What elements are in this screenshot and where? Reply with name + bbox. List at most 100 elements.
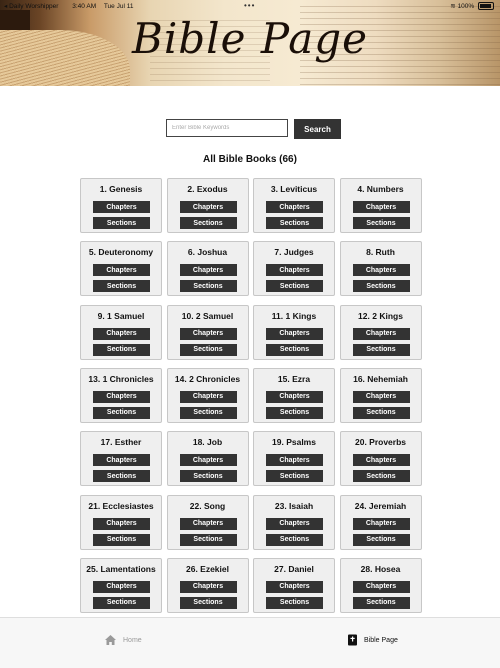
sections-button[interactable]: Sections bbox=[352, 533, 410, 546]
sections-button[interactable]: Sections bbox=[266, 217, 323, 229]
sections-button[interactable]: Sections bbox=[266, 280, 323, 293]
search-input[interactable] bbox=[166, 119, 288, 137]
sections-button[interactable]: Sections bbox=[179, 217, 237, 229]
book-title: 25. Lamentations bbox=[86, 563, 156, 574]
tab-home[interactable]: Home bbox=[104, 632, 142, 648]
chapters-button[interactable]: Chapters bbox=[352, 517, 410, 530]
chapters-button[interactable]: Chapters bbox=[179, 390, 237, 403]
book-title: 1. Genesis bbox=[99, 184, 143, 194]
chapters-button[interactable]: Chapters bbox=[93, 580, 150, 593]
book-card: 16. Nehemiah Chapters Sections bbox=[339, 367, 422, 423]
book-card: 11. 1 Kings Chapters Sections bbox=[253, 304, 335, 360]
sections-button[interactable]: Sections bbox=[179, 533, 237, 546]
book-card: 1. Genesis Chapters Sections bbox=[80, 178, 162, 233]
book-card: 24. Jeremiah Chapters Sections bbox=[339, 494, 422, 550]
book-card: 17. Esther Chapters Sections bbox=[80, 431, 162, 487]
sections-button[interactable]: Sections bbox=[266, 596, 323, 609]
back-to-app[interactable]: ◂ Daily Worshipper bbox=[4, 3, 64, 10]
book-card: 18. Job Chapters Sections bbox=[166, 431, 249, 487]
book-title: 7. Judges bbox=[274, 247, 314, 258]
book-title: 23. Isaiah bbox=[274, 500, 314, 511]
chapters-button[interactable]: Chapters bbox=[93, 517, 150, 530]
chapters-button[interactable]: Chapters bbox=[352, 201, 410, 213]
chapters-button[interactable]: Chapters bbox=[352, 264, 410, 277]
sections-button[interactable]: Sections bbox=[93, 406, 150, 419]
book-card: 3. Leviticus Chapters Sections bbox=[253, 178, 335, 233]
sections-button[interactable]: Sections bbox=[93, 533, 150, 546]
wifi-icon: ≋ bbox=[450, 3, 456, 10]
chapters-button[interactable]: Chapters bbox=[93, 201, 150, 213]
battery-icon bbox=[478, 2, 494, 11]
chapters-button[interactable]: Chapters bbox=[266, 201, 323, 213]
sections-button[interactable]: Sections bbox=[352, 280, 410, 293]
chapters-button[interactable]: Chapters bbox=[179, 201, 237, 213]
book-card: 8. Ruth Chapters Sections bbox=[339, 241, 422, 297]
chapters-button[interactable]: Chapters bbox=[93, 454, 150, 467]
book-title: 4. Numbers bbox=[357, 184, 404, 194]
search-button[interactable]: Search bbox=[294, 119, 341, 139]
book-card: 2. Exodus Chapters Sections bbox=[166, 178, 249, 233]
book-title: 22. Song bbox=[189, 500, 226, 511]
sections-button[interactable]: Sections bbox=[352, 596, 410, 609]
book-title: 12. 2 Kings bbox=[358, 310, 403, 321]
chapters-button[interactable]: Chapters bbox=[179, 580, 237, 593]
chapters-button[interactable]: Chapters bbox=[266, 517, 323, 530]
chapters-button[interactable]: Chapters bbox=[352, 580, 410, 593]
sections-button[interactable]: Sections bbox=[93, 343, 150, 356]
sections-button[interactable]: Sections bbox=[179, 343, 237, 356]
chapters-button[interactable]: Chapters bbox=[179, 264, 237, 277]
sections-button[interactable]: Sections bbox=[352, 470, 410, 483]
book-card: 28. Hosea Chapters Sections bbox=[339, 557, 422, 613]
sections-button[interactable]: Sections bbox=[93, 280, 150, 293]
tab-bible-page-label: Bible Page bbox=[364, 636, 398, 644]
book-title: 28. Hosea bbox=[360, 563, 401, 574]
sections-button[interactable]: Sections bbox=[266, 406, 323, 419]
chapters-button[interactable]: Chapters bbox=[93, 327, 150, 340]
chapters-button[interactable]: Chapters bbox=[352, 390, 410, 403]
book-card: 5. Deuteronomy Chapters Sections bbox=[80, 241, 162, 297]
sections-button[interactable]: Sections bbox=[352, 343, 410, 356]
sections-button[interactable]: Sections bbox=[352, 217, 410, 229]
sections-button[interactable]: Sections bbox=[179, 406, 237, 419]
sections-button[interactable]: Sections bbox=[179, 470, 237, 483]
sections-button[interactable]: Sections bbox=[266, 343, 323, 356]
bible-icon bbox=[348, 634, 357, 646]
book-title: 10. 2 Samuel bbox=[181, 310, 234, 321]
chapters-button[interactable]: Chapters bbox=[93, 390, 150, 403]
tab-bible-page[interactable]: Bible Page bbox=[347, 632, 398, 648]
book-card: 26. Ezekiel Chapters Sections bbox=[166, 557, 249, 613]
sections-button[interactable]: Sections bbox=[93, 217, 150, 229]
book-title: 27. Daniel bbox=[274, 563, 314, 574]
chapters-button[interactable]: Chapters bbox=[266, 327, 323, 340]
book-card: 13. 1 Chronicles Chapters Sections bbox=[80, 367, 162, 423]
chapters-button[interactable]: Chapters bbox=[266, 390, 323, 403]
chapters-button[interactable]: Chapters bbox=[179, 517, 237, 530]
sections-button[interactable]: Sections bbox=[266, 470, 323, 483]
chapters-button[interactable]: Chapters bbox=[179, 327, 237, 340]
book-card: 14. 2 Chronicles Chapters Sections bbox=[166, 367, 249, 423]
sections-button[interactable]: Sections bbox=[93, 470, 150, 483]
book-title: 21. Ecclesiastes bbox=[88, 500, 154, 511]
chapters-button[interactable]: Chapters bbox=[266, 454, 323, 467]
chapters-button[interactable]: Chapters bbox=[93, 264, 150, 277]
chapters-button[interactable]: Chapters bbox=[266, 264, 323, 277]
tab-bar: Home Bible Page bbox=[0, 617, 500, 668]
chapters-button[interactable]: Chapters bbox=[352, 454, 410, 467]
sections-button[interactable]: Sections bbox=[179, 596, 237, 609]
sections-button[interactable]: Sections bbox=[179, 280, 237, 293]
book-card: 15. Ezra Chapters Sections bbox=[253, 367, 335, 423]
book-title: 19. Psalms bbox=[272, 437, 316, 448]
multitask-dots-icon[interactable]: ••• bbox=[244, 1, 255, 10]
book-title: 3. Leviticus bbox=[270, 184, 318, 194]
chapters-button[interactable]: Chapters bbox=[179, 454, 237, 467]
sections-button[interactable]: Sections bbox=[352, 406, 410, 419]
book-title: 8. Ruth bbox=[366, 247, 395, 258]
chapters-button[interactable]: Chapters bbox=[352, 327, 410, 340]
book-card: 21. Ecclesiastes Chapters Sections bbox=[80, 494, 162, 550]
sections-button[interactable]: Sections bbox=[266, 533, 323, 546]
sections-button[interactable]: Sections bbox=[93, 596, 150, 609]
book-title: 6. Joshua bbox=[187, 247, 228, 258]
book-title: 14. 2 Chronicles bbox=[174, 373, 241, 384]
chapters-button[interactable]: Chapters bbox=[266, 580, 323, 593]
book-title: 18. Job bbox=[192, 437, 223, 448]
